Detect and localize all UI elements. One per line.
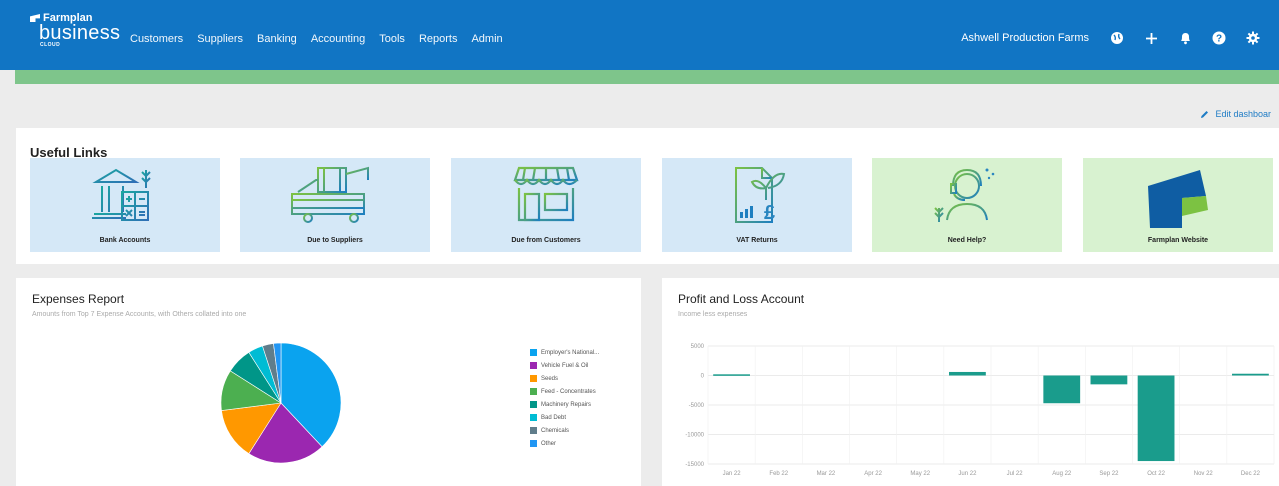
nav-admin[interactable]: Admin: [471, 33, 502, 45]
main-menu: Customers Suppliers Banking Accounting T…: [130, 33, 503, 45]
nav-customers[interactable]: Customers: [130, 33, 183, 45]
help-icon[interactable]: ?: [1211, 30, 1227, 46]
expenses-report-panel: Expenses Report Amounts from Top 7 Expen…: [16, 278, 641, 486]
legend-swatch: [530, 414, 537, 421]
legend-swatch: [530, 440, 537, 447]
legend-label: Feed - Concentrates: [541, 388, 596, 395]
x-tick-label: Jun 22: [958, 471, 977, 477]
x-tick-label: Feb 22: [769, 471, 788, 477]
x-tick-label: Jul 22: [1007, 471, 1024, 477]
legend-swatch: [530, 401, 537, 408]
edit-dashboard-link[interactable]: Edit dashboar: [1200, 109, 1271, 119]
legend-item[interactable]: Bad Debt: [530, 411, 599, 424]
bell-icon[interactable]: [1177, 30, 1193, 46]
legend-item[interactable]: Feed - Concentrates: [530, 385, 599, 398]
tile-due-to-suppliers[interactable]: Due to Suppliers: [240, 158, 430, 252]
legend-swatch: [530, 349, 537, 356]
x-tick-label: Aug 22: [1052, 471, 1072, 477]
shop-icon: [513, 166, 579, 222]
legend-label: Chemicals: [541, 427, 570, 434]
pnl-title: Profit and Loss Account: [678, 292, 805, 306]
y-tick-label: 0: [701, 374, 705, 380]
top-navigation-bar: Farmplan business CLOUD Customers Suppli…: [0, 0, 1279, 70]
y-tick-label: -10000: [685, 433, 704, 439]
x-tick-label: Jan 22: [723, 471, 742, 477]
bar[interactable]: [949, 371, 986, 376]
right-navigation: Ashwell Production Farms ?: [961, 30, 1261, 46]
legend-item[interactable]: Seeds: [530, 372, 599, 385]
y-tick-label: -5000: [689, 403, 705, 409]
bar[interactable]: [1137, 375, 1175, 462]
expenses-subtitle: Amounts from Top 7 Expense Accounts, wit…: [32, 311, 247, 318]
x-tick-label: Dec 22: [1241, 471, 1261, 477]
bar[interactable]: [1232, 373, 1269, 376]
legend-swatch: [530, 388, 537, 395]
x-tick-label: Sep 22: [1099, 471, 1119, 477]
expenses-pie-chart: [220, 342, 342, 464]
legend-swatch: [530, 427, 537, 434]
y-tick-label: 5000: [691, 344, 705, 350]
globe-icon[interactable]: [1109, 30, 1125, 46]
legend-label: Employer's National...: [541, 349, 600, 356]
pencil-icon: [1201, 110, 1209, 118]
logo-main: business: [39, 22, 121, 44]
tile-label: Due to Suppliers: [307, 237, 363, 244]
bar[interactable]: [713, 374, 750, 376]
legend-swatch: [530, 362, 537, 369]
x-tick-label: Oct 22: [1147, 471, 1165, 477]
x-tick-label: Apr 22: [864, 471, 882, 477]
farmplan-business-logo[interactable]: Farmplan business CLOUD: [30, 12, 120, 48]
tile-label: Need Help?: [947, 237, 987, 244]
nav-reports[interactable]: Reports: [419, 33, 458, 45]
company-selector[interactable]: Ashwell Production Farms: [961, 32, 1089, 44]
useful-links-panel: Useful Links Bank Accounts Due to Suppli…: [16, 128, 1279, 264]
x-tick-label: Mar 22: [817, 471, 836, 477]
legend-item[interactable]: Machinery Repairs: [530, 398, 599, 411]
legend-swatch: [530, 375, 537, 382]
y-tick-label: -15000: [685, 462, 704, 468]
pnl-subtitle: Income less expenses: [678, 311, 748, 318]
legend-item[interactable]: Other: [530, 437, 599, 450]
tile-bank-accounts[interactable]: Bank Accounts: [30, 158, 220, 252]
pnl-bar-chart: 5000 0 -5000 -10000 -15000 Jan 22 Feb 22 Mar 22…: [685, 344, 1275, 477]
nav-accounting[interactable]: Accounting: [311, 33, 365, 45]
vat-document-icon: £: [735, 167, 786, 224]
expenses-title: Expenses Report: [32, 292, 125, 306]
svg-text:?: ?: [1216, 34, 1222, 45]
x-tick-label: May 22: [910, 471, 930, 477]
farmplan-logo-icon: [1148, 170, 1208, 228]
legend-item[interactable]: Chemicals: [530, 424, 599, 437]
legend-label: Bad Debt: [541, 414, 567, 421]
nav-tools[interactable]: Tools: [379, 33, 405, 45]
expenses-legend: Employer's National... Vehicle Fuel & Oil…: [530, 346, 599, 450]
bar[interactable]: [1043, 375, 1081, 404]
bar[interactable]: [1090, 375, 1128, 385]
bank-calculator-icon: [92, 168, 151, 221]
legend-label: Seeds: [541, 375, 559, 382]
combine-harvester-icon: [291, 166, 369, 223]
tile-vat-returns[interactable]: £ VAT Returns: [662, 158, 852, 252]
notification-banner: [15, 70, 1279, 84]
legend-item[interactable]: Vehicle Fuel & Oil: [530, 359, 599, 372]
plus-icon[interactable]: [1143, 30, 1159, 46]
tile-label: Bank Accounts: [99, 237, 151, 244]
gear-icon[interactable]: [1245, 30, 1261, 46]
legend-label: Other: [541, 440, 557, 447]
x-tick-label: Nov 22: [1194, 471, 1214, 477]
tile-need-help[interactable]: Need Help?: [872, 158, 1062, 252]
tile-label: Farmplan Website: [1147, 237, 1209, 244]
tile-farmplan-website[interactable]: Farmplan Website: [1083, 158, 1273, 252]
svg-text:£: £: [764, 202, 775, 224]
edit-dashboard-label: Edit dashboar: [1215, 109, 1271, 119]
legend-label: Vehicle Fuel & Oil: [541, 362, 589, 369]
tile-due-from-customers[interactable]: Due from Customers: [451, 158, 641, 252]
tile-label: Due from Customers: [511, 237, 581, 244]
support-agent-icon: [934, 168, 995, 222]
legend-label: Machinery Repairs: [541, 401, 592, 408]
nav-banking[interactable]: Banking: [257, 33, 297, 45]
profit-loss-panel: Profit and Loss Account Income less expe…: [662, 278, 1279, 486]
legend-item[interactable]: Employer's National...: [530, 346, 599, 359]
tile-label: VAT Returns: [736, 237, 778, 244]
nav-suppliers[interactable]: Suppliers: [197, 33, 243, 45]
